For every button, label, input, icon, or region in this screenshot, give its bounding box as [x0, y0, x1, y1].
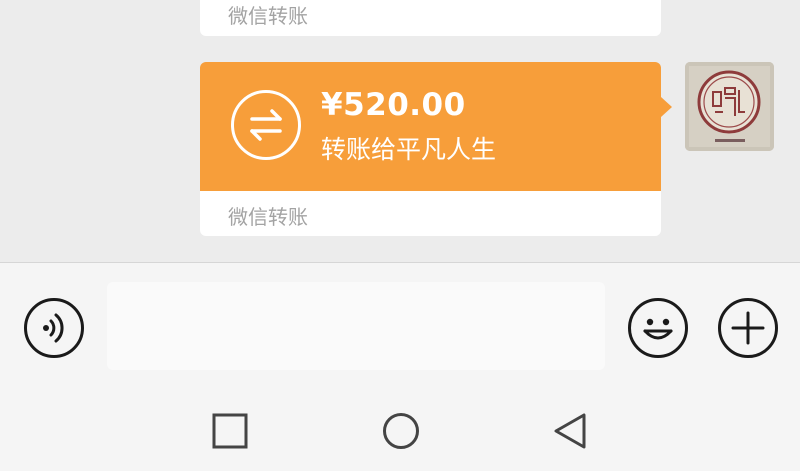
transfer-arrows-icon: [231, 90, 301, 160]
seal-stamp-image: [685, 62, 774, 151]
emoji-button[interactable]: [628, 298, 688, 358]
previous-transfer-footer-label: 微信转账: [228, 4, 308, 28]
previous-transfer-card[interactable]: 微信转账: [200, 0, 661, 36]
more-actions-button[interactable]: [718, 298, 778, 358]
voice-icon: [43, 313, 64, 343]
avatar[interactable]: [685, 62, 774, 151]
home-button[interactable]: [381, 411, 421, 451]
transfer-card[interactable]: ¥520.00 转账给平凡人生 微信转账: [200, 62, 672, 236]
transfer-footer-label: 微信转账: [228, 205, 308, 229]
home-icon: [383, 413, 419, 449]
bubble-tail: [661, 97, 672, 117]
smiley-icon: [643, 318, 673, 340]
back-icon: [554, 413, 586, 449]
recent-apps-button[interactable]: [210, 411, 250, 451]
message-input[interactable]: [107, 282, 605, 370]
chat-area: 微信转账 ¥520.00 转账给平凡人生 微信转账: [0, 0, 800, 262]
recent-apps-icon: [212, 413, 248, 449]
plus-icon: [731, 311, 765, 345]
back-button[interactable]: [550, 411, 590, 451]
transfer-card-header[interactable]: ¥520.00 转账给平凡人生: [200, 62, 661, 191]
system-nav-bar: [0, 385, 800, 471]
transfer-card-footer: 微信转账: [200, 191, 661, 236]
transfer-amount: ¥520.00: [321, 87, 466, 123]
voice-input-button[interactable]: [24, 298, 84, 358]
input-bar: [0, 262, 800, 385]
transfer-recipient: 转账给平凡人生: [321, 135, 497, 164]
